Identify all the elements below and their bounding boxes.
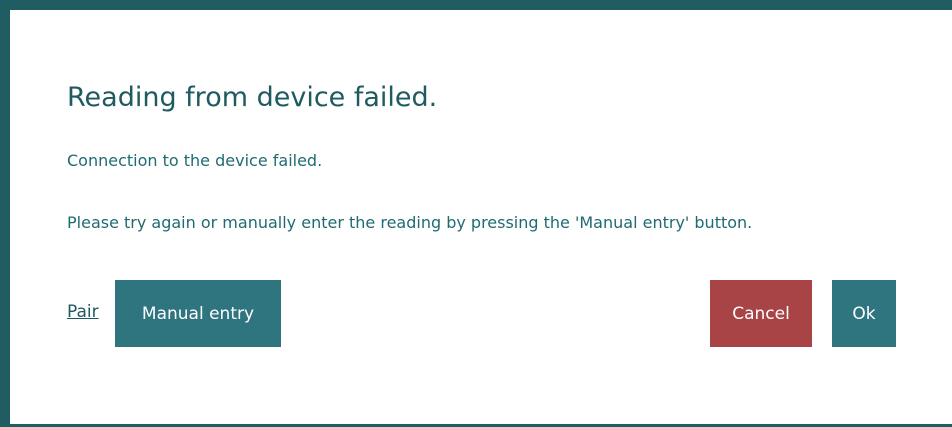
- pair-link[interactable]: Pair: [67, 302, 99, 322]
- manual-entry-button[interactable]: Manual entry: [115, 280, 281, 347]
- error-dialog: Reading from device failed. Connection t…: [10, 10, 952, 424]
- ok-button[interactable]: Ok: [832, 280, 896, 347]
- dialog-message-instructions: Please try again or manually enter the r…: [67, 213, 753, 232]
- dialog-title: Reading from device failed.: [67, 82, 438, 113]
- dialog-message-connection: Connection to the device failed.: [67, 151, 323, 170]
- cancel-button[interactable]: Cancel: [710, 280, 812, 347]
